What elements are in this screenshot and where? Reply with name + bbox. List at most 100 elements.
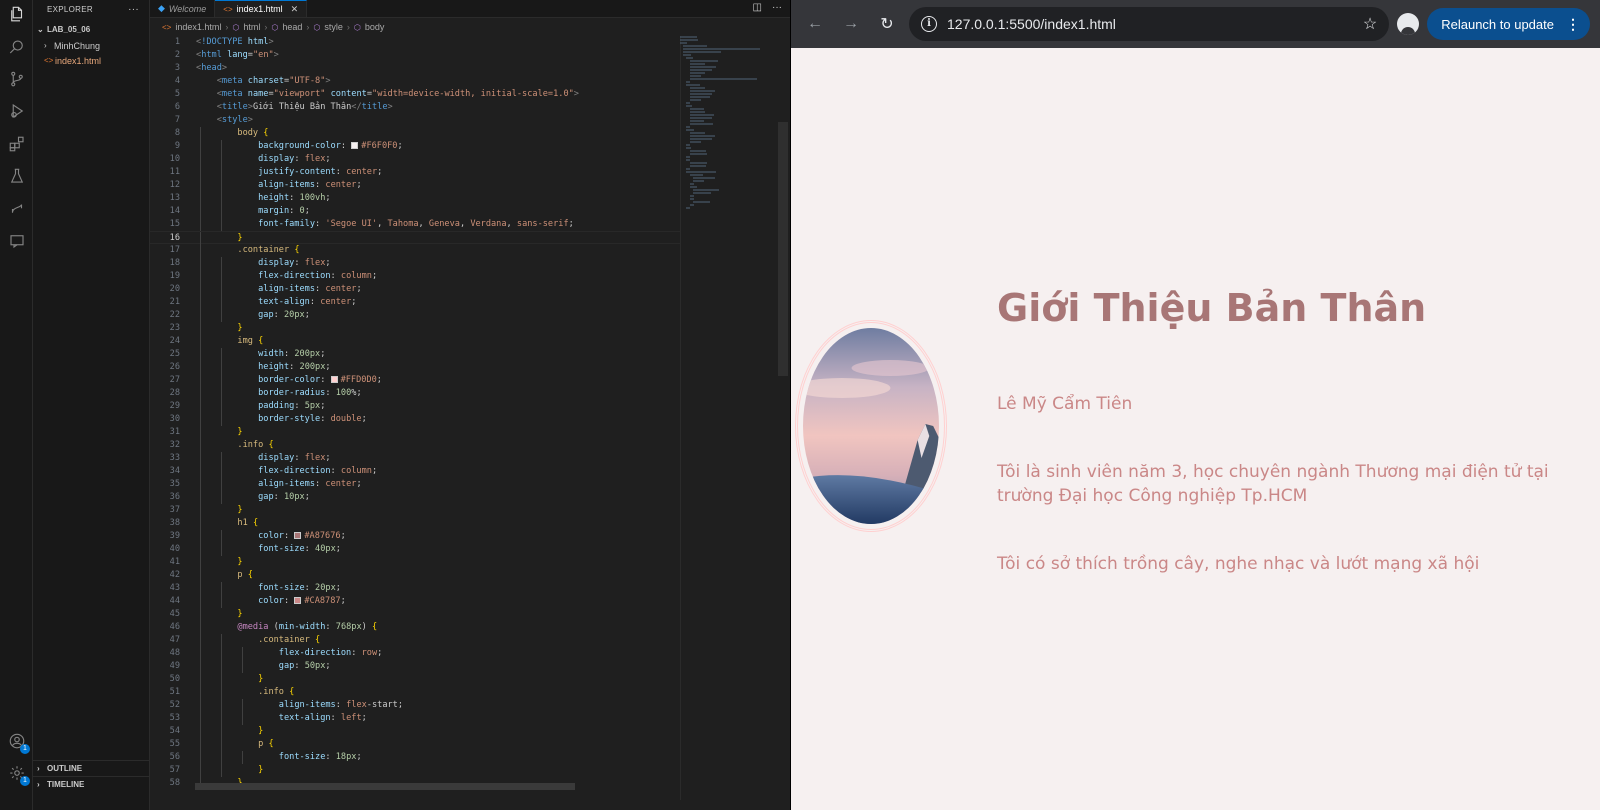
code-line[interactable]: 17 .container { bbox=[150, 244, 680, 257]
code-line[interactable]: 14 margin: 0; bbox=[150, 205, 680, 218]
settings-gear-icon[interactable]: 1 bbox=[6, 762, 30, 786]
testing-icon[interactable] bbox=[6, 165, 28, 187]
files-icon[interactable] bbox=[6, 3, 28, 25]
code-line[interactable]: 10 display: flex; bbox=[150, 153, 680, 166]
workspace-folder[interactable]: ⌄ LAB_05_06 bbox=[33, 20, 149, 38]
code-line[interactable]: 29 padding: 5px; bbox=[150, 400, 680, 413]
code-line[interactable]: 43 font-size: 20px; bbox=[150, 582, 680, 595]
extensions-icon[interactable] bbox=[6, 133, 28, 155]
indent-guide bbox=[200, 660, 201, 673]
search-icon[interactable] bbox=[6, 36, 28, 58]
code-line[interactable]: 19 flex-direction: column; bbox=[150, 270, 680, 283]
breadcrumb-item[interactable]: index1.html bbox=[175, 22, 221, 32]
code-line[interactable]: 4 <meta charset="UTF-8"> bbox=[150, 75, 680, 88]
kebab-menu-icon[interactable]: ⋮ bbox=[1566, 16, 1580, 33]
code-line[interactable]: 9 background-color: #F6F0F0; bbox=[150, 140, 680, 153]
address-bar[interactable]: i 127.0.0.1:5500/index1.html ☆ bbox=[909, 7, 1390, 41]
back-arrow-icon[interactable]: ← bbox=[801, 10, 829, 38]
code-line[interactable]: 24 img { bbox=[150, 335, 680, 348]
code-line[interactable]: 25 width: 200px; bbox=[150, 348, 680, 361]
minimap[interactable] bbox=[680, 36, 778, 209]
code-line[interactable]: 37 } bbox=[150, 504, 680, 517]
explorer-more-icon[interactable]: ··· bbox=[128, 4, 139, 15]
breadcrumb-item[interactable]: html bbox=[243, 22, 260, 32]
code-line[interactable]: 21 text-align: center; bbox=[150, 296, 680, 309]
code-line[interactable]: 56 font-size: 18px; bbox=[150, 751, 680, 764]
code-line[interactable]: 13 height: 100vh; bbox=[150, 192, 680, 205]
code-line[interactable]: 55 p { bbox=[150, 738, 680, 751]
code-line[interactable]: 27 border-color: #FFD0D0; bbox=[150, 374, 680, 387]
code-line[interactable]: 50 } bbox=[150, 673, 680, 686]
tree-item-folder[interactable]: › MinhChung bbox=[33, 38, 149, 53]
code-line[interactable]: 2 <html lang="en"> bbox=[150, 49, 680, 62]
tree-item-label: MinhChung bbox=[54, 40, 101, 51]
source-control-icon[interactable] bbox=[6, 68, 28, 90]
code-line[interactable]: 53 text-align: left; bbox=[150, 712, 680, 725]
code-line[interactable]: 48 flex-direction: row; bbox=[150, 647, 680, 660]
vertical-scrollbar[interactable] bbox=[778, 122, 788, 376]
accounts-icon[interactable]: 1 bbox=[6, 730, 30, 754]
code-line[interactable]: 34 flex-direction: column; bbox=[150, 465, 680, 478]
code-line[interactable]: 3 <head> bbox=[150, 62, 680, 75]
forward-arrow-icon[interactable]: → bbox=[837, 10, 865, 38]
code-line[interactable]: 46 @media (min-width: 768px) { bbox=[150, 621, 680, 634]
tab-index1-html[interactable]: <> index1.html ✕ bbox=[215, 0, 308, 17]
chat-icon[interactable] bbox=[6, 230, 28, 252]
code-editor[interactable]: 1 <!DOCTYPE html> 2 <html lang="en"> 3 <head>… bbox=[150, 36, 680, 800]
code-line[interactable]: 15 font-family: 'Segoe UI', Tahoma, Gene… bbox=[150, 218, 680, 231]
code-line[interactable]: 1 <!DOCTYPE html> bbox=[150, 36, 680, 49]
close-icon[interactable]: ✕ bbox=[291, 4, 299, 15]
code-line[interactable]: 51 .info { bbox=[150, 686, 680, 699]
code-line[interactable]: 39 color: #A87676; bbox=[150, 530, 680, 543]
code-line[interactable]: 26 height: 200px; bbox=[150, 361, 680, 374]
code-line[interactable]: 23 } bbox=[150, 322, 680, 335]
code-line[interactable]: 6 <title>Giới Thiệu Bản Thân</title> bbox=[150, 101, 680, 114]
code-line[interactable]: 11 justify-content: center; bbox=[150, 166, 680, 179]
breadcrumb-item[interactable]: head bbox=[282, 22, 302, 32]
code-line[interactable]: 30 border-style: double; bbox=[150, 413, 680, 426]
code-line[interactable]: 18 display: flex; bbox=[150, 257, 680, 270]
code-line[interactable]: 57 } bbox=[150, 764, 680, 777]
code-line[interactable]: 7 <style> bbox=[150, 114, 680, 127]
code-line[interactable]: 44 color: #CA8787; bbox=[150, 595, 680, 608]
relaunch-button[interactable]: Relaunch to update ⋮ bbox=[1427, 8, 1590, 40]
code-line[interactable]: 8 body { bbox=[150, 127, 680, 140]
code-line[interactable]: 45 } bbox=[150, 608, 680, 621]
tree-item-file[interactable]: <> index1.html bbox=[33, 53, 149, 68]
breadcrumb-item[interactable]: body bbox=[365, 22, 385, 32]
code-line[interactable]: 54 } bbox=[150, 725, 680, 738]
code-line[interactable]: 20 align-items: center; bbox=[150, 283, 680, 296]
code-line[interactable]: 52 align-items: flex-start; bbox=[150, 699, 680, 712]
tab-welcome[interactable]: ◆ Welcome bbox=[150, 0, 216, 17]
code-line[interactable]: 47 .container { bbox=[150, 634, 680, 647]
code-line[interactable]: 16 } bbox=[150, 231, 680, 245]
code-line[interactable]: 35 align-items: center; bbox=[150, 478, 680, 491]
remote-icon[interactable] bbox=[6, 198, 28, 220]
code-line[interactable]: 36 gap: 10px; bbox=[150, 491, 680, 504]
code-line[interactable]: 12 align-items: center; bbox=[150, 179, 680, 192]
code-line[interactable]: 41 } bbox=[150, 556, 680, 569]
breadcrumb-item[interactable]: style bbox=[324, 22, 343, 32]
code-line[interactable]: 31 } bbox=[150, 426, 680, 439]
outline-section[interactable]: › OUTLINE bbox=[33, 760, 150, 776]
reload-icon[interactable]: ↻ bbox=[873, 10, 901, 38]
more-actions-icon[interactable]: ··· bbox=[772, 2, 782, 13]
horizontal-scrollbar[interactable] bbox=[195, 783, 575, 790]
code-line[interactable]: 22 gap: 20px; bbox=[150, 309, 680, 322]
code-line[interactable]: 38 h1 { bbox=[150, 517, 680, 530]
site-info-icon[interactable]: i bbox=[921, 16, 937, 32]
code-line[interactable]: 40 font-size: 40px; bbox=[150, 543, 680, 556]
timeline-section[interactable]: › TIMELINE bbox=[33, 776, 150, 792]
code-line[interactable]: 5 <meta name="viewport" content="width=d… bbox=[150, 88, 680, 101]
code-line[interactable]: 33 display: flex; bbox=[150, 452, 680, 465]
bookmark-star-icon[interactable]: ☆ bbox=[1363, 14, 1377, 34]
split-editor-icon[interactable]: ◫ bbox=[753, 2, 762, 13]
address-url[interactable]: 127.0.0.1:5500/index1.html bbox=[947, 16, 1353, 32]
code-line[interactable]: 42 p { bbox=[150, 569, 680, 582]
minimap-line bbox=[689, 108, 704, 110]
code-line[interactable]: 32 .info { bbox=[150, 439, 680, 452]
profile-avatar-icon[interactable] bbox=[1397, 13, 1420, 35]
code-line[interactable]: 49 gap: 50px; bbox=[150, 660, 680, 673]
code-line[interactable]: 28 border-radius: 100%; bbox=[150, 387, 680, 400]
run-debug-icon[interactable] bbox=[6, 100, 28, 122]
